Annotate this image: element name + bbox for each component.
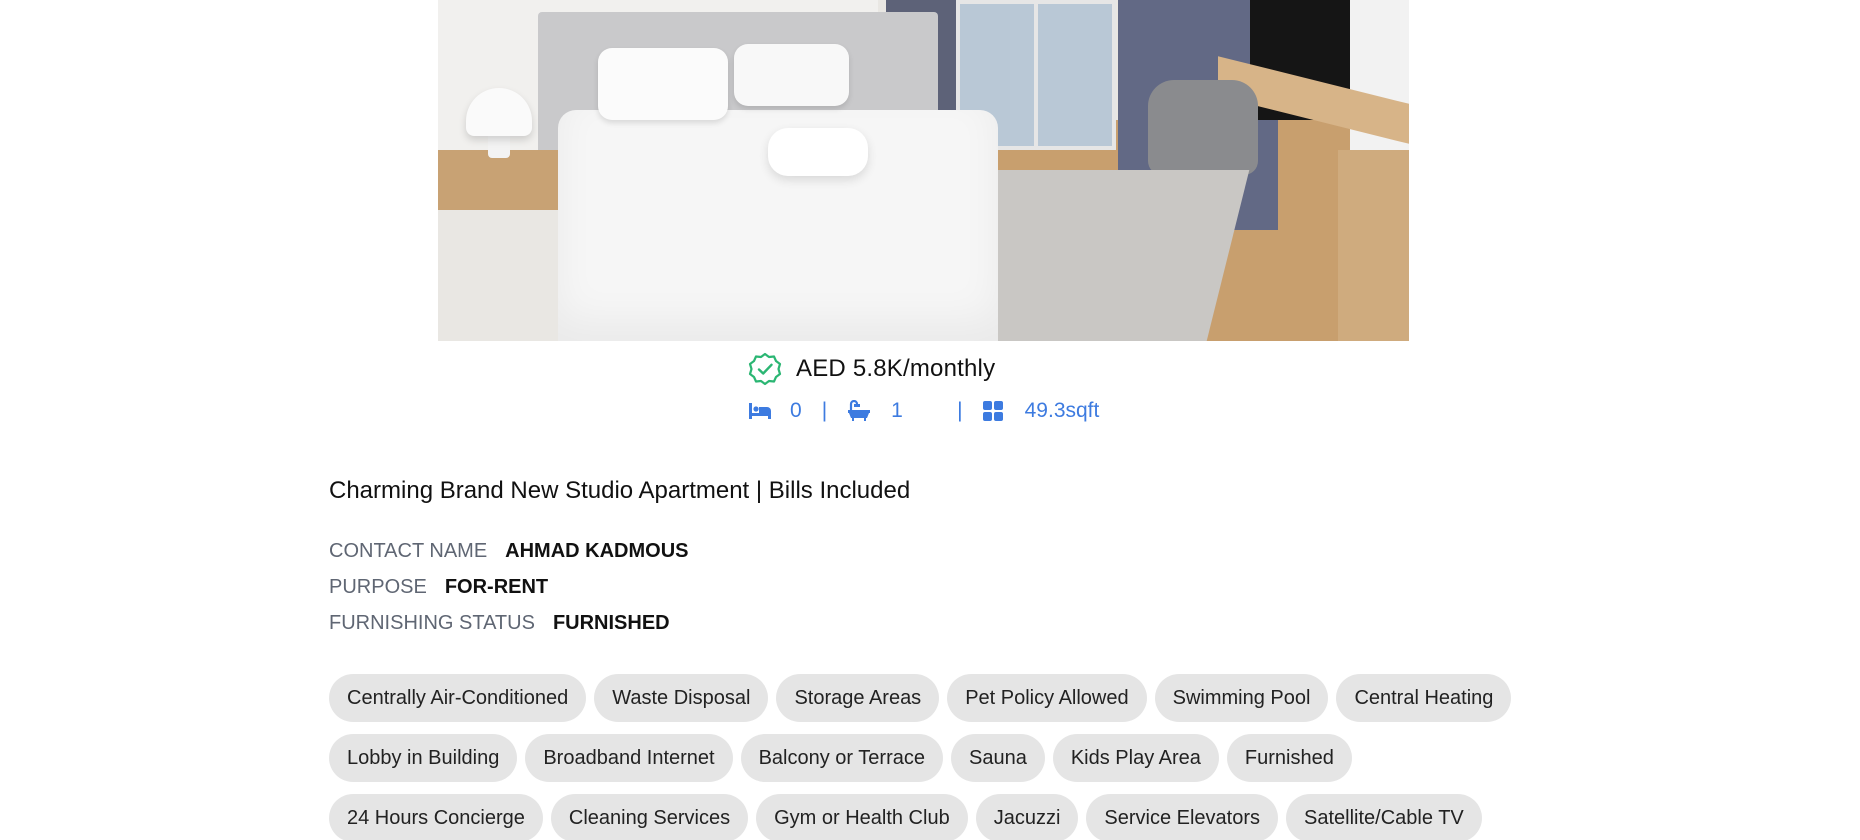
amenity-chip[interactable]: Pet Policy Allowed: [947, 674, 1147, 722]
property-photo[interactable]: [438, 0, 1409, 341]
amenity-chip[interactable]: Storage Areas: [776, 674, 940, 722]
bathrooms-count: 1: [891, 399, 903, 422]
amenity-chip[interactable]: Satellite/Cable TV: [1286, 794, 1482, 840]
detail-label: FURNISHING STATUS: [329, 612, 535, 634]
area-grid-icon: [982, 401, 1003, 421]
bedrooms-count: 0: [790, 399, 802, 422]
amenity-chip[interactable]: Sauna: [950, 734, 1045, 782]
amenity-chip[interactable]: Centrally Air-Conditioned: [329, 674, 587, 722]
amenity-chip[interactable]: Furnished: [1226, 734, 1352, 782]
detail-value: FURNISHED: [552, 612, 670, 634]
amenity-chip[interactable]: Service Elevators: [1086, 794, 1279, 840]
bed-icon: [748, 401, 772, 421]
amenity-chip[interactable]: Gym or Health Club: [756, 794, 968, 840]
stats-row: 0 | 1 | 49.3sqft: [748, 394, 1099, 428]
amenity-chip[interactable]: 24 Hours Concierge: [329, 794, 543, 840]
price-row: AED 5.8K/monthly: [748, 352, 995, 386]
amenity-chip[interactable]: Waste Disposal: [594, 674, 769, 722]
property-detail-page: AED 5.8K/monthly 0 | 1 | 49.3sqft Charmi…: [0, 0, 1860, 840]
verified-badge-icon: [748, 352, 782, 386]
detail-contact-name: CONTACT NAME AHMAD KADMOUS: [329, 540, 688, 563]
stat-separator: |: [957, 399, 963, 422]
amenity-chip[interactable]: Kids Play Area: [1052, 734, 1219, 782]
amenity-chip[interactable]: Lobby in Building: [329, 734, 518, 782]
listing-title: Charming Brand New Studio Apartment | Bi…: [329, 477, 911, 504]
amenity-chip[interactable]: Jacuzzi: [975, 794, 1079, 840]
detail-purpose: PURPOSE FOR-RENT: [329, 576, 548, 599]
stat-separator: |: [821, 399, 828, 422]
detail-value: AHMAD KADMOUS: [505, 540, 689, 562]
detail-value: FOR-RENT: [444, 576, 549, 598]
amenity-chip[interactable]: Swimming Pool: [1154, 674, 1329, 722]
amenity-chip[interactable]: Balcony or Terrace: [740, 734, 943, 782]
detail-furnishing-status: FURNISHING STATUS FURNISHED: [329, 612, 670, 635]
detail-label: CONTACT NAME: [329, 540, 488, 562]
amenity-chip[interactable]: Central Heating: [1336, 674, 1512, 722]
area-value: 49.3sqft: [1024, 399, 1100, 422]
price-label: AED 5.8K/monthly: [796, 355, 996, 382]
bathtub-icon: [847, 400, 871, 422]
detail-label: PURPOSE: [329, 576, 427, 598]
amenities-list: Centrally Air-Conditioned Waste Disposal…: [329, 674, 1529, 840]
amenity-chip[interactable]: Cleaning Services: [550, 794, 749, 840]
amenity-chip[interactable]: Broadband Internet: [525, 734, 733, 782]
